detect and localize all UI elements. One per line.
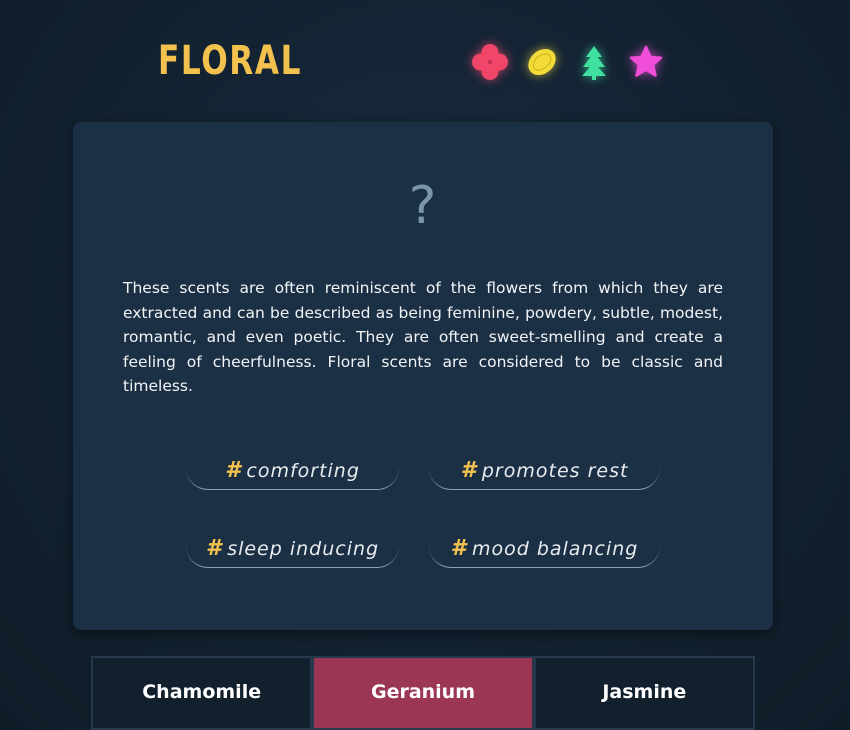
hash-symbol: # bbox=[225, 458, 241, 483]
tree-icon[interactable] bbox=[572, 40, 616, 84]
tab-geranium[interactable]: Geranium bbox=[312, 656, 534, 730]
scent-tabs: Chamomile Geranium Jasmine bbox=[91, 656, 755, 730]
hash-symbol: # bbox=[205, 536, 222, 561]
tag-sleep-inducing: # sleep inducing bbox=[186, 530, 399, 568]
tag-promotes-rest: # promotes rest bbox=[429, 452, 660, 490]
tag-label: comforting bbox=[246, 459, 360, 482]
flower-icon[interactable] bbox=[468, 40, 512, 84]
lemon-icon[interactable] bbox=[520, 40, 564, 84]
tab-jasmine[interactable]: Jasmine bbox=[533, 656, 755, 730]
hash-symbol: # bbox=[460, 458, 476, 483]
question-mark: ? bbox=[408, 176, 437, 236]
tag-mood-balancing: # mood balancing bbox=[429, 530, 660, 568]
tab-chamomile[interactable]: Chamomile bbox=[91, 656, 313, 730]
header: FLORAL bbox=[0, 0, 850, 110]
tag-label: sleep inducing bbox=[227, 537, 380, 560]
page-title: FLORAL bbox=[158, 38, 303, 84]
scent-description: These scents are often reminiscent of th… bbox=[123, 279, 723, 395]
hash-symbol: # bbox=[450, 536, 466, 561]
star-icon[interactable] bbox=[624, 40, 668, 84]
tag-label: promotes rest bbox=[481, 459, 629, 482]
scent-category-icons bbox=[468, 40, 676, 84]
tag-comforting: # comforting bbox=[186, 452, 399, 490]
tag-label: mood balancing bbox=[471, 537, 639, 560]
